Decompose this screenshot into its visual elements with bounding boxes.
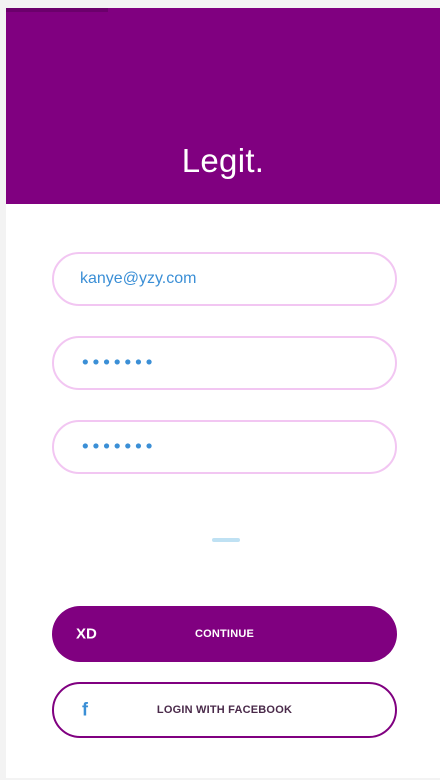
confirm-password-input[interactable]: ••••••• [80,437,154,458]
password-input[interactable]: ••••••• [80,353,154,374]
status-bar-notch [6,8,108,12]
continue-button-label: CONTINUE [194,628,255,640]
brand-header: Legit. [6,8,440,204]
app-screen: Legit. ••••••• ••••••• XD CONTINUE f LOG… [6,8,440,778]
section-divider [212,538,240,542]
continue-button[interactable]: XD CONTINUE [52,606,397,662]
password-field[interactable]: ••••••• [52,336,397,390]
email-field[interactable] [52,252,397,306]
confirm-password-field[interactable]: ••••••• [52,420,397,474]
facebook-login-button[interactable]: f LOGIN WITH FACEBOOK [52,682,397,738]
email-input[interactable] [80,254,375,304]
brand-title: Legit. [181,142,265,179]
facebook-login-label: LOGIN WITH FACEBOOK [156,704,293,716]
